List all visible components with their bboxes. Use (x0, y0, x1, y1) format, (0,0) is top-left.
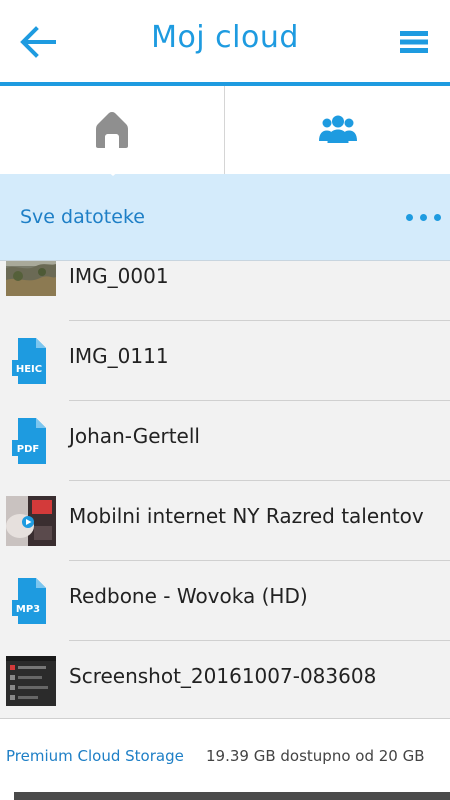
heic-file-icon: HEIC (12, 338, 46, 384)
list-item[interactable]: IMG_0001 (0, 261, 450, 321)
breadcrumb-label: Sve datoteke (20, 206, 145, 228)
tab-shared[interactable] (225, 86, 450, 174)
file-name: Screenshot_20161007-083608 (69, 664, 377, 688)
file-name: Mobilni internet NY Razred talentov (69, 504, 424, 528)
storage-available-text: 19.39 GB dostupno od 20 GB (206, 747, 425, 765)
home-icon (96, 112, 128, 148)
app-header: Moj cloud (0, 0, 450, 86)
file-name: IMG_0001 (69, 264, 169, 288)
svg-text:PDF: PDF (17, 444, 39, 455)
list-item[interactable]: HEIC IMG_0111 (0, 321, 450, 401)
pdf-file-icon: PDF (12, 418, 46, 464)
more-dots-icon[interactable] (406, 214, 442, 222)
video-thumbnail (6, 496, 56, 546)
list-item[interactable]: MP3 Redbone - Wovoka (HD) (0, 561, 450, 641)
photo-landscape-thumbnail (6, 261, 56, 296)
svg-text:MP3: MP3 (16, 604, 40, 615)
svg-text:HEIC: HEIC (16, 364, 42, 375)
tab-home[interactable] (0, 86, 225, 174)
users-group-icon (318, 115, 357, 143)
file-name: IMG_0111 (69, 344, 169, 368)
page-title: Moj cloud (151, 20, 299, 55)
storage-plan-label[interactable]: Premium Cloud Storage (6, 747, 184, 765)
list-item[interactable]: Screenshot_20161007-083608 (0, 641, 450, 717)
hamburger-menu-icon[interactable] (400, 31, 428, 53)
screenshot-thumbnail (6, 656, 56, 706)
bottom-bar (0, 790, 450, 800)
tab-pointer (101, 166, 125, 176)
file-name: Redbone - Wovoka (HD) (69, 584, 308, 608)
breadcrumb: Sve datoteke (0, 174, 450, 261)
file-name: Johan-Gertell (69, 424, 200, 448)
list-item[interactable]: PDF Johan-Gertell (0, 401, 450, 481)
storage-footer: Premium Cloud Storage 19.39 GB dostupno … (0, 718, 450, 791)
list-item[interactable]: Mobilni internet NY Razred talentov (0, 481, 450, 561)
file-list: IMG_0001 HEIC IMG_0111 PDF Johan-Gertell (0, 261, 450, 717)
tab-bar (0, 86, 450, 175)
mp3-file-icon: MP3 (12, 578, 46, 624)
